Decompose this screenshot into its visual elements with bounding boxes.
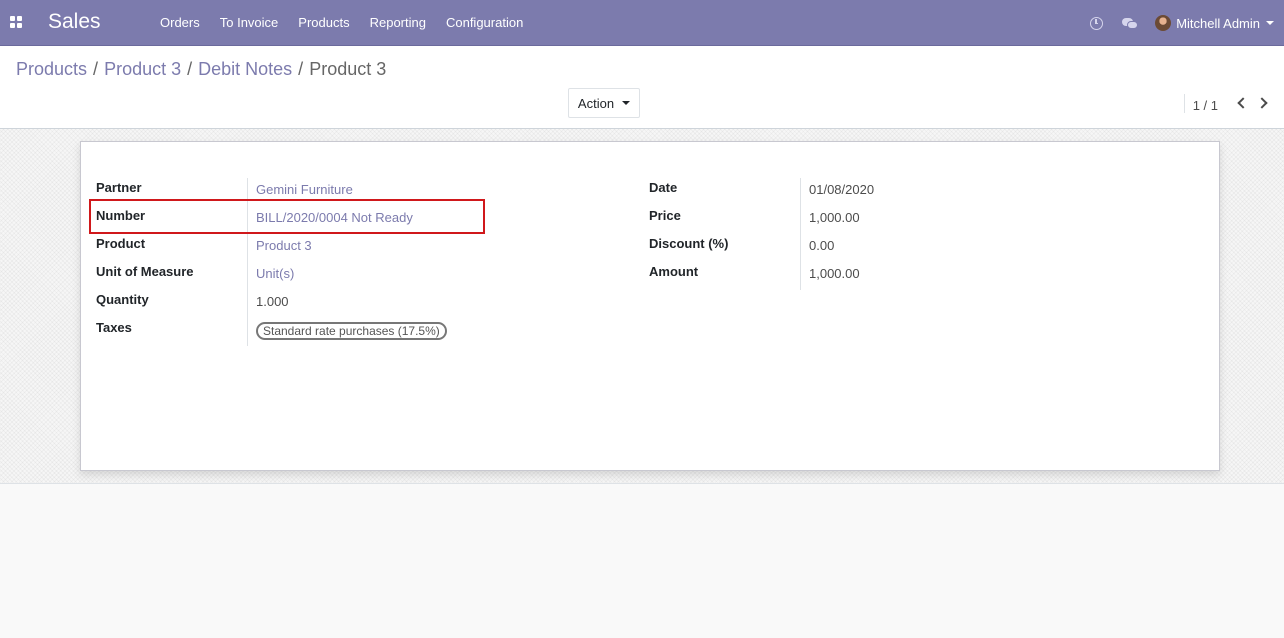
user-avatar [1155, 15, 1172, 31]
field-date: Date 01/08/2020 [649, 178, 1020, 206]
pager: 1 / 1 [1183, 93, 1274, 113]
field-label: Quantity [96, 292, 149, 307]
menu-orders[interactable]: Orders [150, 0, 210, 46]
form-sheet: Partner Gemini Furniture Number BILL/202… [80, 141, 1220, 471]
pager-next-button[interactable] [1252, 94, 1274, 112]
apps-grid-icon[interactable] [10, 16, 22, 28]
app-name: Sales [48, 10, 101, 33]
menu-products[interactable]: Products [288, 0, 359, 46]
control-panel: Products / Product 3 / Debit Notes / Pro… [0, 46, 1284, 129]
tax-tag[interactable]: Standard rate purchases (17.5%) [256, 322, 447, 340]
caret-down-icon [1266, 21, 1274, 25]
field-amount: Amount 1,000.00 [649, 262, 1020, 290]
breadcrumb-current: Product 3 [309, 59, 387, 79]
field-label: Price [649, 208, 681, 223]
field-quantity: Quantity 1.000 [96, 290, 487, 318]
pager-previous-button[interactable] [1230, 94, 1252, 112]
date-value: 01/08/2020 [800, 178, 1020, 206]
chevron-right-icon [1255, 97, 1268, 109]
field-discount: Discount (%) 0.00 [649, 234, 1020, 262]
amount-value: 1,000.00 [800, 262, 1020, 290]
breadcrumb-debit-notes[interactable]: Debit Notes [198, 59, 292, 80]
field-label: Amount [649, 264, 699, 279]
left-field-group: Partner Gemini Furniture Number BILL/202… [96, 178, 487, 346]
right-field-group: Date 01/08/2020 Price 1,000.00 Discount … [649, 178, 1020, 290]
uom-link[interactable]: Unit(s) [247, 262, 487, 290]
field-label: Date [649, 180, 678, 195]
partner-link[interactable]: Gemini Furniture [247, 178, 487, 206]
breadcrumb-product-3[interactable]: Product 3 [104, 59, 181, 80]
clock-icon [1089, 16, 1103, 30]
action-label: Action [577, 95, 615, 111]
main-menu: Orders To Invoice Products Reporting Con… [150, 0, 533, 46]
price-value: 1,000.00 [800, 206, 1020, 234]
product-link[interactable]: Product 3 [247, 234, 487, 262]
user-name: Mitchell Admin [1176, 15, 1260, 31]
taxes-value: Standard rate purchases (17.5%) [247, 318, 487, 346]
systray: Mitchell Admin [1079, 0, 1284, 46]
messages-button[interactable] [1113, 0, 1147, 46]
field-label: Unit of Measure [96, 264, 194, 279]
field-label: Discount (%) [649, 236, 729, 251]
menu-configuration[interactable]: Configuration [436, 0, 533, 46]
field-label: Taxes [96, 320, 132, 335]
action-dropdown-button[interactable]: Action [568, 88, 640, 118]
discount-value: 0.00 [800, 234, 1020, 262]
breadcrumb: Products / Product 3 / Debit Notes / Pro… [16, 59, 386, 80]
activities-button[interactable] [1079, 0, 1113, 46]
caret-down-icon [622, 101, 631, 105]
menu-reporting[interactable]: Reporting [360, 0, 436, 46]
breadcrumb-separator: / [93, 59, 99, 79]
field-unit-of-measure: Unit of Measure Unit(s) [96, 262, 487, 290]
chevron-left-icon [1236, 97, 1249, 109]
breadcrumb-products[interactable]: Products [16, 59, 87, 80]
chat-icon [1122, 17, 1139, 30]
field-product: Product Product 3 [96, 234, 487, 262]
field-number: Number BILL/2020/0004 Not Ready [96, 206, 487, 234]
top-navbar: Sales Orders To Invoice Products Reporti… [0, 0, 1284, 46]
field-label: Number [96, 208, 146, 223]
menu-to-invoice[interactable]: To Invoice [210, 0, 289, 46]
field-taxes: Taxes Standard rate purchases (17.5%) [96, 318, 487, 346]
field-label: Product [96, 236, 146, 251]
user-menu[interactable]: Mitchell Admin [1147, 0, 1284, 46]
form-view-background: Partner Gemini Furniture Number BILL/202… [0, 129, 1284, 484]
breadcrumb-separator: / [298, 59, 304, 79]
number-link[interactable]: BILL/2020/0004 Not Ready [247, 206, 487, 234]
quantity-value: 1.000 [247, 290, 487, 318]
field-label: Partner [96, 180, 142, 195]
field-price: Price 1,000.00 [649, 206, 1020, 234]
breadcrumb-separator: / [187, 59, 193, 79]
field-partner: Partner Gemini Furniture [96, 178, 487, 206]
pager-value[interactable]: 1 / 1 [1183, 93, 1218, 113]
